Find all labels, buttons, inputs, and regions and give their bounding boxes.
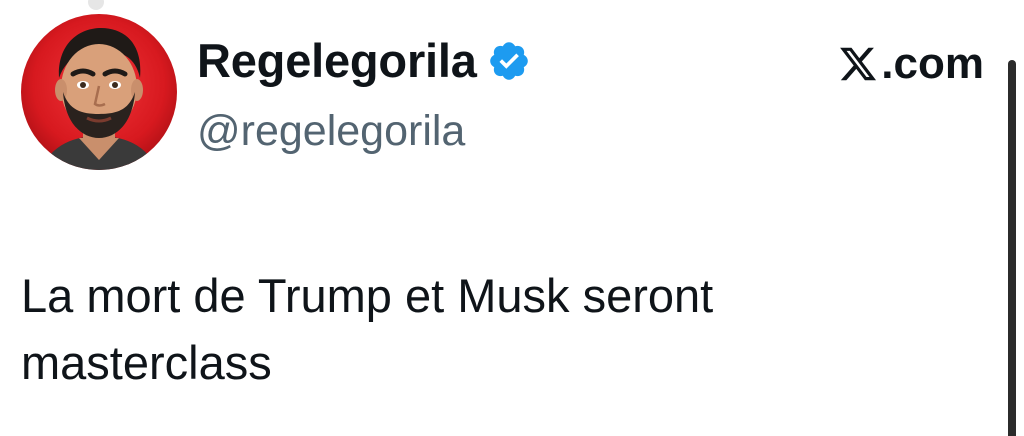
source-link[interactable]: .com <box>838 36 984 92</box>
avatar[interactable] <box>21 14 177 170</box>
author-display-name[interactable]: Regelegorila <box>197 28 477 94</box>
author-handle[interactable]: @regelegorila <box>197 103 465 159</box>
tweet-text-line-1: La mort de Trump et Musk seront <box>21 269 714 322</box>
scrollbar[interactable] <box>1008 60 1016 436</box>
cropped-avatar-edge <box>88 0 104 10</box>
tweet-card: Regelegorila @regelegorila .com La mort … <box>0 0 1024 436</box>
avatar-illustration <box>21 14 177 170</box>
x-logo-icon <box>838 44 878 84</box>
author-name-row: Regelegorila <box>197 28 531 94</box>
tweet-text: La mort de Trump et Musk seront mastercl… <box>21 262 981 396</box>
tweet-text-line-2: masterclass <box>21 336 272 389</box>
source-label: .com <box>881 39 984 88</box>
verified-badge-icon <box>487 39 531 83</box>
